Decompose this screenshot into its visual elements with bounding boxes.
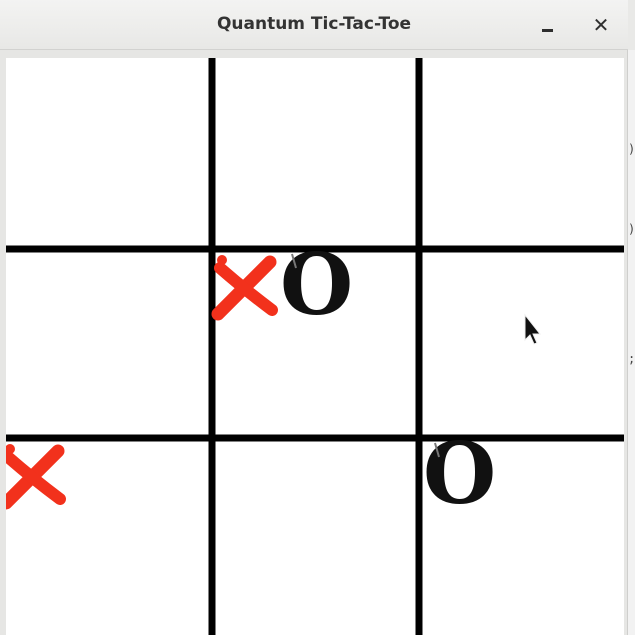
board-cell-r0-c0[interactable] [6, 58, 212, 249]
background-window-edge: ) ) ; [628, 50, 635, 635]
board-cell-r1-c2[interactable] [419, 249, 624, 438]
background-text-fragment: ) [628, 142, 635, 156]
minimize-button[interactable] [533, 10, 563, 40]
minimize-icon [542, 29, 553, 32]
close-icon: ✕ [592, 13, 610, 37]
o-mark: O [423, 424, 496, 523]
board-canvas: OO [6, 58, 624, 635]
background-text-fragment: ; [628, 352, 635, 366]
title-bar[interactable]: Quantum Tic-Tac-Toe ✕ [0, 0, 628, 50]
o-mark: O [280, 235, 353, 334]
board-cell-r0-c2[interactable] [419, 58, 624, 249]
board-cell-r0-c1[interactable] [212, 58, 419, 249]
background-text-fragment: ) [628, 222, 635, 236]
game-board: OO [6, 58, 624, 635]
board-cell-r2-c1[interactable] [212, 438, 419, 635]
game-window: Quantum Tic-Tac-Toe ✕ OO [0, 0, 628, 635]
board-cell-r1-c0[interactable] [6, 249, 212, 438]
close-button[interactable]: ✕ [586, 10, 616, 40]
